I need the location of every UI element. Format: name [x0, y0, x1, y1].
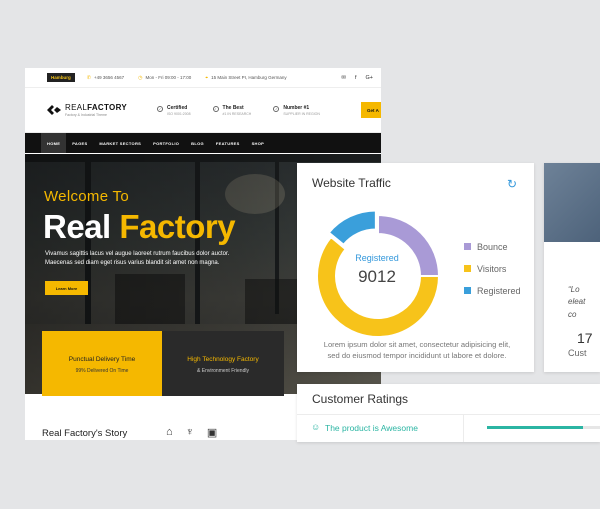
divider	[463, 415, 464, 442]
customer-ratings-widget: Customer Ratings ☺ The product is Awesom…	[297, 384, 600, 442]
card-sub: & Environment Friendly	[197, 368, 249, 374]
feature-sub: ISO 9001:2008	[167, 111, 191, 116]
nav-portfolio[interactable]: PORTFOLIO	[147, 133, 185, 153]
legend-swatch	[464, 287, 471, 294]
logo-tagline: Factory & Industrial Theme	[65, 113, 107, 117]
feature-card-technology[interactable]: High Technology Factory & Environment Fr…	[162, 331, 284, 396]
nav-shop[interactable]: SHOP	[246, 133, 271, 153]
testimonial-image	[544, 163, 600, 242]
logo-name-light: REAL	[65, 103, 88, 112]
feature-sub: #1 IN RESEARCH	[222, 111, 252, 116]
language-select[interactable]: Hamburg	[47, 73, 75, 82]
card-sub: 99% Delivered On Time	[75, 368, 129, 374]
refresh-icon[interactable]: ↻	[507, 177, 517, 191]
feature-title: Certified	[167, 104, 188, 111]
feature-title: Number #1	[283, 104, 310, 111]
hero-title: Real Factory	[43, 208, 236, 246]
topbar-phone: ✆ +49 3656 4567	[87, 75, 124, 81]
clock-icon: ◷	[138, 74, 143, 81]
card-title: Punctual Delivery Time	[68, 356, 136, 363]
phone-icon: ✆	[86, 74, 91, 81]
topbar-hours: ◷ Mon - Fri 09:00 - 17:00	[138, 75, 191, 81]
email-icon[interactable]: ✉	[341, 75, 346, 81]
hero-desc-line: Maecenas sed diam eget risus varius blan…	[45, 260, 220, 266]
check-icon: ✓	[212, 105, 219, 112]
address-text: 15 Main Street PI, Hamburg Germany	[211, 75, 287, 80]
traffic-desc-line: sed do eiusmod tempor incididunt ut labo…	[327, 351, 507, 360]
feature-best: ✓ The Best #1 IN RESEARCH	[212, 104, 252, 116]
card-title: High Technology Factory	[187, 356, 259, 363]
stat-caption: Cust	[568, 348, 587, 358]
learn-more-button[interactable]: Learn More	[45, 281, 88, 295]
feature-sub: SUPPLIER IN REGION	[283, 111, 320, 116]
hero-title-white: Real	[43, 208, 111, 245]
social-links: ✉ f G+	[341, 75, 373, 81]
rating-bar-fill	[487, 426, 584, 429]
legend-label: Visitors	[477, 263, 507, 274]
legend-swatch	[464, 265, 471, 272]
factory-icon: ⌂	[166, 426, 173, 438]
hero-welcome: Welcome To	[44, 188, 129, 205]
legend-label: Registered	[477, 285, 521, 296]
quote-line: eleat	[568, 297, 586, 307]
rating-label: The product is Awesome	[325, 423, 418, 433]
donut-center-label: Registered	[355, 253, 399, 263]
legend-item-bounce: Bounce	[464, 241, 521, 252]
feature-card-delivery[interactable]: Punctual Delivery Time 99% Delivered On …	[42, 331, 162, 396]
location-icon: ⌖	[205, 74, 209, 81]
legend-item-visitors: Visitors	[464, 263, 521, 274]
hours-text: Mon - Fri 09:00 - 17:00	[145, 75, 192, 80]
hero-description: Vivamus sagittis lacus vel augue laoreet…	[45, 250, 245, 268]
nav-blog[interactable]: BLOG	[185, 133, 210, 153]
stat-number: 17	[577, 330, 593, 346]
widget-title: Website Traffic	[312, 176, 391, 190]
logo-mark-icon	[47, 105, 61, 115]
traffic-desc-line: Lorem ipsum dolor sit amet, consectetur …	[323, 340, 511, 349]
showcase-stage: Hamburg ✆ +49 3656 4567 ◷ Mon - Fri 09:00 …	[0, 0, 600, 509]
site-nav: HOME PAGES MARKET SECTORS PORTFOLIO BLOG…	[25, 133, 381, 153]
quote-line: co	[568, 309, 577, 319]
story-heading: Real Factory's Story	[42, 428, 128, 439]
hero-desc-line: Vivamus sagittis lacus vel augue laoreet…	[45, 251, 230, 257]
nav-home[interactable]: HOME	[41, 133, 67, 153]
rating-bar	[487, 426, 600, 429]
hero-title-yellow: Factory	[119, 208, 236, 245]
story-icons: ⌂ ♆ ▣	[166, 426, 217, 439]
feature-certified: ✓ Certified ISO 9001:2008	[157, 105, 191, 116]
website-traffic-widget: Website Traffic ↻ Registered 9012 Bounce…	[297, 163, 534, 372]
testimonial-card-partial: “Lo eleat co 17 Cust	[544, 163, 600, 372]
smile-icon: ☺	[311, 422, 321, 432]
phone-text: +49 3656 4567	[93, 75, 125, 80]
logo-name: REALFACTORY	[65, 103, 127, 112]
nav-market-sectors[interactable]: MARKET SECTORS	[93, 133, 147, 153]
check-icon: ✓	[273, 105, 280, 112]
widget-title: Customer Ratings	[312, 392, 409, 406]
legend-item-registered: Registered	[464, 285, 521, 296]
legend-label: Bounce	[477, 241, 508, 252]
nav-pages[interactable]: PAGES	[66, 133, 93, 153]
tower-icon: ♆	[185, 426, 194, 438]
nav-features[interactable]: FEATURES	[210, 133, 246, 153]
logo-name-bold: FACTORY	[87, 103, 127, 112]
check-icon: ✓	[157, 105, 163, 112]
google-plus-icon[interactable]: G+	[366, 75, 374, 81]
donut-segment-registered	[327, 209, 377, 247]
site-logo[interactable]: REALFACTORY Factory & Industrial Theme	[47, 103, 127, 117]
testimonial-quote: “Lo eleat co	[568, 284, 585, 321]
divider	[297, 414, 600, 415]
header-features: ✓ Certified ISO 9001:2008 ✓ The Best #1 IN…	[157, 105, 320, 116]
topbar-address: ⌖ 15 Main Street PI, Hamburg Germany	[205, 75, 286, 81]
traffic-description: Lorem ipsum dolor sit amet, consectetur …	[311, 339, 523, 361]
facebook-icon[interactable]: f	[355, 75, 357, 81]
get-quote-button[interactable]: Get A	[361, 102, 381, 118]
battery-icon: ▣	[206, 427, 218, 439]
site-header: REALFACTORY Factory & Industrial Theme ✓…	[25, 88, 381, 133]
legend-swatch	[464, 243, 471, 250]
donut-center-value: 9012	[358, 267, 396, 286]
site-topbar: Hamburg ✆ +49 3656 4567 ◷ Mon - Fri 09:00 …	[25, 68, 381, 88]
traffic-legend: Bounce Visitors Registered	[464, 241, 521, 307]
feature-number-one: ✓ Number #1 SUPPLIER IN REGION	[273, 105, 320, 116]
feature-title: The Best	[222, 104, 244, 111]
quote-line: “Lo	[568, 285, 580, 294]
